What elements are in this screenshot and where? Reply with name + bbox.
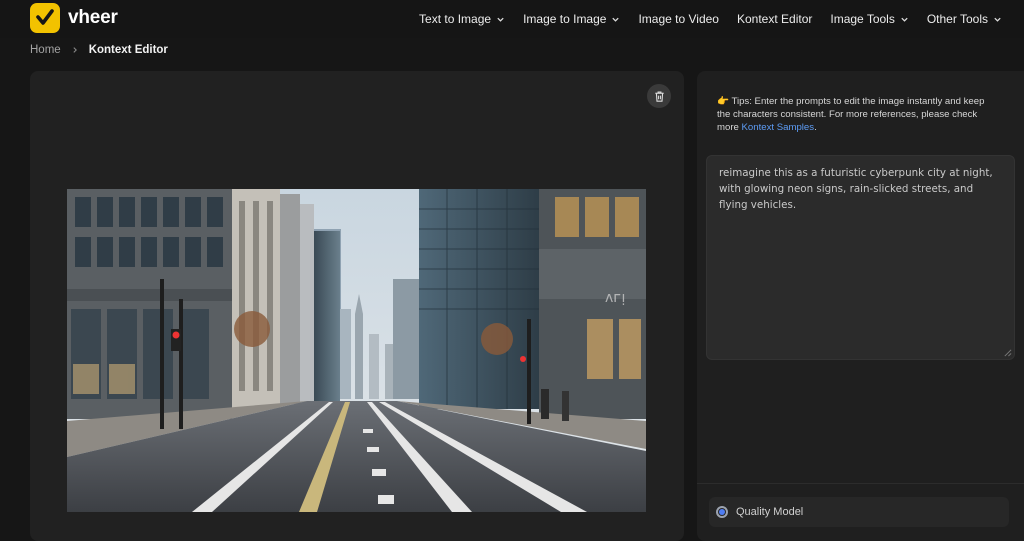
prompt-input[interactable]: reimagine this as a futuristic cyberpunk… xyxy=(706,155,1015,360)
nav-text-to-image[interactable]: Text to Image xyxy=(419,12,505,26)
nav-label: Image Tools xyxy=(830,12,895,26)
top-navigation-bar: vheer Text to Image Image to Image Image… xyxy=(0,0,1024,38)
breadcrumb-home-link[interactable]: Home xyxy=(30,44,61,56)
logo-check-icon xyxy=(30,3,60,33)
editor-side-panel: 👉 Tips: Enter the prompts to edit the im… xyxy=(697,71,1024,541)
main-nav: Text to Image Image to Image Image to Vi… xyxy=(419,0,1002,38)
nav-label: Kontext Editor xyxy=(736,12,813,26)
nav-image-tools[interactable]: Image Tools xyxy=(830,12,908,26)
chevron-down-icon xyxy=(612,17,620,22)
chevron-down-icon xyxy=(901,17,908,22)
nav-kontext-editor[interactable]: Kontext Editor xyxy=(737,12,812,26)
divider xyxy=(697,483,1024,484)
uploaded-city-street-image[interactable]: ᴧᴦᴉ xyxy=(67,189,646,512)
trash-icon xyxy=(654,90,664,102)
tips-text: 👉 Tips: Enter the prompts to edit the im… xyxy=(717,95,999,134)
brand-logo[interactable]: vheer xyxy=(30,3,118,33)
nav-label: Image to Video xyxy=(638,12,719,26)
quality-model-option[interactable]: Quality Model xyxy=(709,497,1009,527)
tips-suffix: . xyxy=(814,122,817,133)
chevron-down-icon xyxy=(994,17,1001,22)
svg-text:ᴧᴦᴉ: ᴧᴦᴉ xyxy=(605,290,625,306)
brand-name: vheer xyxy=(68,7,118,28)
nav-label: Text to Image xyxy=(419,12,492,26)
breadcrumb-current: Kontext Editor xyxy=(88,44,168,56)
nav-label: Image to Image xyxy=(523,12,607,26)
nav-image-to-video[interactable]: Image to Video xyxy=(638,12,719,26)
nav-label: Other Tools xyxy=(926,12,988,26)
resize-handle-icon[interactable] xyxy=(1003,348,1012,357)
breadcrumb: Home Kontext Editor xyxy=(30,44,168,56)
image-canvas-panel: ᴧᴦᴉ xyxy=(30,71,684,541)
chevron-down-icon xyxy=(497,17,504,22)
nav-other-tools[interactable]: Other Tools xyxy=(927,12,1002,26)
kontext-samples-link[interactable]: Kontext Samples xyxy=(742,122,815,133)
delete-image-button[interactable] xyxy=(647,84,671,108)
nav-image-to-image[interactable]: Image to Image xyxy=(523,12,620,26)
pointing-hand-icon: 👉 xyxy=(717,96,729,107)
chevron-right-icon xyxy=(73,47,77,53)
quality-model-label: Quality Model xyxy=(736,506,804,518)
radio-selected-icon xyxy=(716,506,728,518)
